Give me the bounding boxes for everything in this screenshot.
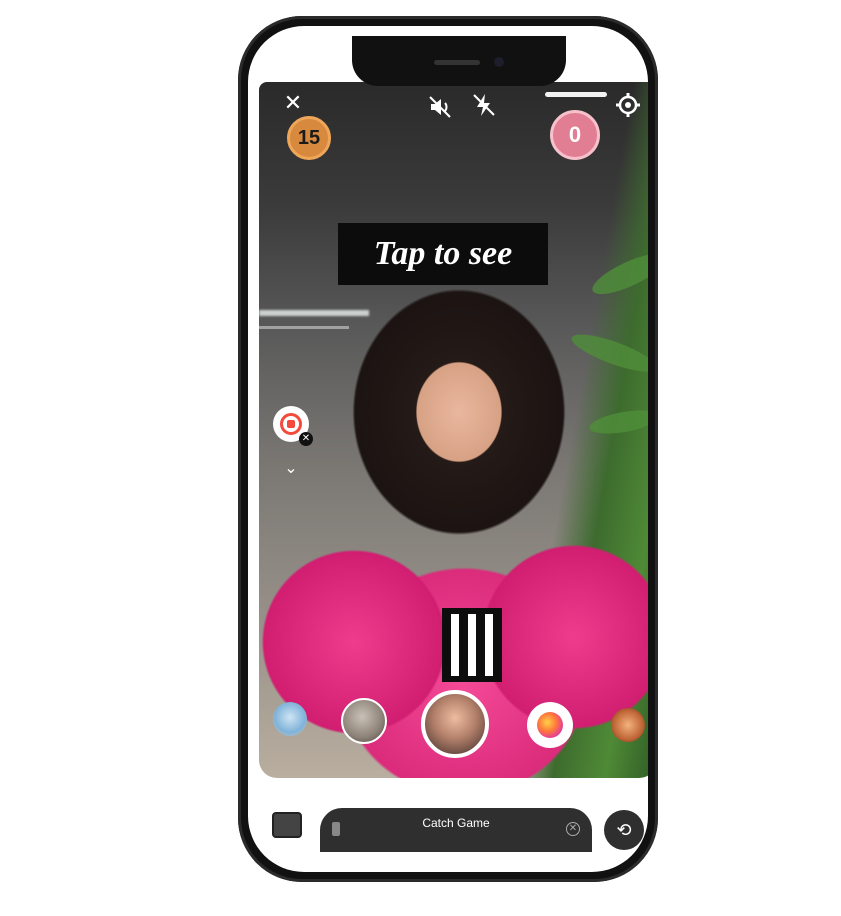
close-icon[interactable]: ✕: [281, 92, 305, 116]
tap-to-see-sticker[interactable]: Tap to see: [338, 223, 548, 285]
score-value: 0: [568, 122, 582, 147]
record-ring: [280, 413, 302, 435]
stripe: [451, 614, 459, 676]
plant-leaf: [587, 406, 648, 438]
stripe: [485, 614, 493, 676]
ceiling-light: [259, 310, 369, 316]
flip-camera-icon[interactable]: ⟲: [604, 810, 644, 850]
timer-value: 15: [297, 126, 321, 149]
chevron-down-icon[interactable]: ⌄: [279, 461, 303, 477]
effect-gradient-dot[interactable]: [527, 702, 573, 748]
sound-off-icon[interactable]: [427, 94, 453, 120]
effect-name: Catch Game: [422, 816, 490, 830]
effect-name-pill[interactable]: Catch Game ✕: [320, 808, 592, 852]
gallery-icon[interactable]: [272, 812, 302, 838]
notch: [352, 36, 566, 86]
effect-2[interactable]: [341, 698, 387, 744]
ceiling-light: [259, 326, 349, 329]
score-counter: 0: [550, 110, 600, 160]
plant-leaf: [587, 246, 648, 302]
sticker-text: Tap to see: [373, 235, 513, 272]
gear-icon[interactable]: [615, 92, 641, 118]
side-close-icon[interactable]: ✕: [299, 432, 313, 446]
flash-off-icon[interactable]: [471, 92, 497, 118]
effect-1[interactable]: [273, 702, 307, 736]
gradient-dot-icon: [537, 712, 563, 738]
effect-5[interactable]: [611, 708, 645, 742]
phone-bezel: ✕ 15 0 Tap to see ✕ ⌄ Catch Game ✕ ⟲: [248, 26, 648, 872]
timer-badge[interactable]: 15: [287, 116, 331, 160]
stripe: [468, 614, 476, 676]
front-camera: [494, 57, 504, 67]
effect-active[interactable]: [421, 690, 489, 758]
close-icon[interactable]: ✕: [566, 822, 580, 836]
speaker: [434, 60, 480, 65]
record-square: [287, 420, 295, 428]
camera-viewfinder[interactable]: ✕ 15 0 Tap to see ✕ ⌄: [259, 82, 648, 778]
progress-bar: [545, 92, 607, 97]
striped-sticker: [442, 608, 502, 682]
phone-frame: ✕ 15 0 Tap to see ✕ ⌄ Catch Game ✕ ⟲: [238, 16, 658, 882]
plant-leaf: [567, 327, 648, 379]
